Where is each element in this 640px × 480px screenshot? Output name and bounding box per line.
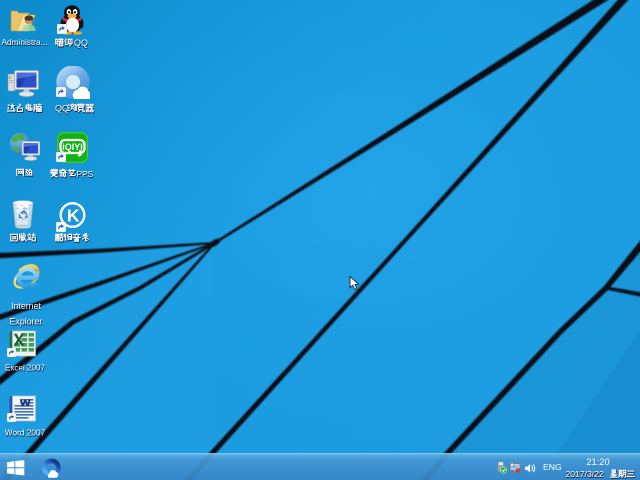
svg-text:2017/3/22: 2017/3/22 <box>566 469 604 479</box>
